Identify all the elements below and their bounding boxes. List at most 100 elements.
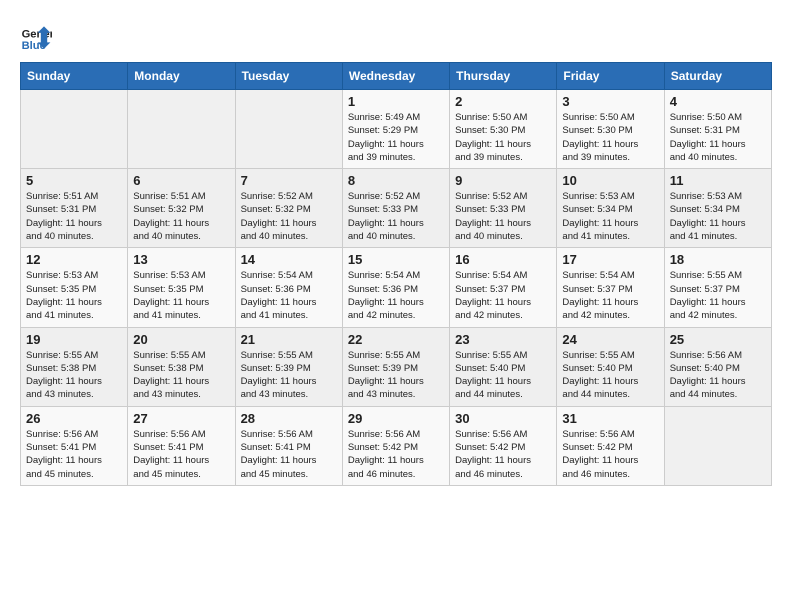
- day-number: 14: [241, 252, 337, 267]
- day-info: Sunrise: 5:53 AM Sunset: 5:34 PM Dayligh…: [670, 190, 766, 243]
- day-info: Sunrise: 5:56 AM Sunset: 5:41 PM Dayligh…: [241, 428, 337, 481]
- day-info: Sunrise: 5:53 AM Sunset: 5:35 PM Dayligh…: [133, 269, 229, 322]
- day-number: 30: [455, 411, 551, 426]
- calendar-cell: [21, 90, 128, 169]
- calendar-cell: 17Sunrise: 5:54 AM Sunset: 5:37 PM Dayli…: [557, 248, 664, 327]
- day-info: Sunrise: 5:56 AM Sunset: 5:40 PM Dayligh…: [670, 349, 766, 402]
- calendar-cell: 1 Sunrise: 5:49 AM Sunset: 5:29 PM Daylig…: [342, 90, 449, 169]
- calendar-cell: 19 Sunrise: 5:55 AM Sunset: 5:38 PM Dayli…: [21, 327, 128, 406]
- day-number: 10: [562, 173, 658, 188]
- day-info: Sunrise: 5:49 AM Sunset: 5:29 PM Dayligh…: [348, 111, 444, 164]
- day-info: Sunrise: 5:52 AM Sunset: 5:32 PM Dayligh…: [241, 190, 337, 243]
- day-number: 17: [562, 252, 658, 267]
- day-info: Sunrise: 5:55 AM Sunset: 5:40 PM Dayligh…: [455, 349, 551, 402]
- calendar-week-4: 19 Sunrise: 5:55 AM Sunset: 5:38 PM Dayli…: [21, 327, 772, 406]
- day-info: Sunrise: 5:50 AM Sunset: 5:31 PM Dayligh…: [670, 111, 766, 164]
- day-info: Sunrise: 5:55 AM Sunset: 5:38 PM Dayligh…: [26, 349, 122, 402]
- day-info: Sunrise: 5:55 AM Sunset: 5:37 PM Dayligh…: [670, 269, 766, 322]
- day-number: 5: [26, 173, 122, 188]
- calendar-week-3: 12 Sunrise: 5:53 AM Sunset: 5:35 PM Dayli…: [21, 248, 772, 327]
- weekday-header-sunday: Sunday: [21, 63, 128, 90]
- day-number: 11: [670, 173, 766, 188]
- calendar-cell: 31 Sunrise: 5:56 AM Sunset: 5:42 PM Dayli…: [557, 406, 664, 485]
- weekday-header-saturday: Saturday: [664, 63, 771, 90]
- calendar-cell: 2 Sunrise: 5:50 AM Sunset: 5:30 PM Daylig…: [450, 90, 557, 169]
- weekday-header-monday: Monday: [128, 63, 235, 90]
- day-info: Sunrise: 5:50 AM Sunset: 5:30 PM Dayligh…: [455, 111, 551, 164]
- calendar-cell: 5 Sunrise: 5:51 AM Sunset: 5:31 PM Daylig…: [21, 169, 128, 248]
- calendar-cell: 11 Sunrise: 5:53 AM Sunset: 5:34 PM Dayli…: [664, 169, 771, 248]
- day-number: 1: [348, 94, 444, 109]
- day-info: Sunrise: 5:53 AM Sunset: 5:35 PM Dayligh…: [26, 269, 122, 322]
- day-number: 16: [455, 252, 551, 267]
- day-info: Sunrise: 5:54 AM Sunset: 5:36 PM Dayligh…: [348, 269, 444, 322]
- calendar-cell: 28 Sunrise: 5:56 AM Sunset: 5:41 PM Dayli…: [235, 406, 342, 485]
- day-number: 31: [562, 411, 658, 426]
- day-number: 12: [26, 252, 122, 267]
- day-number: 19: [26, 332, 122, 347]
- day-number: 21: [241, 332, 337, 347]
- calendar-cell: 4Sunrise: 5:50 AM Sunset: 5:31 PM Daylig…: [664, 90, 771, 169]
- calendar-cell: 7 Sunrise: 5:52 AM Sunset: 5:32 PM Daylig…: [235, 169, 342, 248]
- day-info: Sunrise: 5:51 AM Sunset: 5:32 PM Dayligh…: [133, 190, 229, 243]
- day-info: Sunrise: 5:56 AM Sunset: 5:42 PM Dayligh…: [348, 428, 444, 481]
- calendar-cell: [128, 90, 235, 169]
- day-number: 7: [241, 173, 337, 188]
- day-info: Sunrise: 5:54 AM Sunset: 5:36 PM Dayligh…: [241, 269, 337, 322]
- day-number: 27: [133, 411, 229, 426]
- day-info: Sunrise: 5:56 AM Sunset: 5:42 PM Dayligh…: [455, 428, 551, 481]
- calendar-cell: 6 Sunrise: 5:51 AM Sunset: 5:32 PM Daylig…: [128, 169, 235, 248]
- calendar-cell: 8 Sunrise: 5:52 AM Sunset: 5:33 PM Daylig…: [342, 169, 449, 248]
- calendar-cell: 12 Sunrise: 5:53 AM Sunset: 5:35 PM Dayli…: [21, 248, 128, 327]
- day-info: Sunrise: 5:50 AM Sunset: 5:30 PM Dayligh…: [562, 111, 658, 164]
- weekday-header-row: SundayMondayTuesdayWednesdayThursdayFrid…: [21, 63, 772, 90]
- calendar-cell: 14 Sunrise: 5:54 AM Sunset: 5:36 PM Dayli…: [235, 248, 342, 327]
- calendar-cell: 9 Sunrise: 5:52 AM Sunset: 5:33 PM Daylig…: [450, 169, 557, 248]
- day-info: Sunrise: 5:55 AM Sunset: 5:38 PM Dayligh…: [133, 349, 229, 402]
- calendar-cell: [235, 90, 342, 169]
- logo-icon: General Blue: [20, 20, 52, 52]
- weekday-header-thursday: Thursday: [450, 63, 557, 90]
- calendar-cell: 13 Sunrise: 5:53 AM Sunset: 5:35 PM Dayli…: [128, 248, 235, 327]
- day-info: Sunrise: 5:55 AM Sunset: 5:40 PM Dayligh…: [562, 349, 658, 402]
- calendar-week-2: 5 Sunrise: 5:51 AM Sunset: 5:31 PM Daylig…: [21, 169, 772, 248]
- calendar-cell: [664, 406, 771, 485]
- day-number: 13: [133, 252, 229, 267]
- day-number: 29: [348, 411, 444, 426]
- day-info: Sunrise: 5:55 AM Sunset: 5:39 PM Dayligh…: [348, 349, 444, 402]
- day-info: Sunrise: 5:52 AM Sunset: 5:33 PM Dayligh…: [455, 190, 551, 243]
- day-info: Sunrise: 5:54 AM Sunset: 5:37 PM Dayligh…: [455, 269, 551, 322]
- calendar-week-5: 26Sunrise: 5:56 AM Sunset: 5:41 PM Dayli…: [21, 406, 772, 485]
- day-number: 28: [241, 411, 337, 426]
- calendar-cell: 10Sunrise: 5:53 AM Sunset: 5:34 PM Dayli…: [557, 169, 664, 248]
- calendar-cell: 21 Sunrise: 5:55 AM Sunset: 5:39 PM Dayli…: [235, 327, 342, 406]
- calendar-table: SundayMondayTuesdayWednesdayThursdayFrid…: [20, 62, 772, 486]
- day-info: Sunrise: 5:56 AM Sunset: 5:41 PM Dayligh…: [133, 428, 229, 481]
- day-number: 2: [455, 94, 551, 109]
- weekday-header-tuesday: Tuesday: [235, 63, 342, 90]
- calendar-cell: 23Sunrise: 5:55 AM Sunset: 5:40 PM Dayli…: [450, 327, 557, 406]
- day-info: Sunrise: 5:51 AM Sunset: 5:31 PM Dayligh…: [26, 190, 122, 243]
- day-number: 9: [455, 173, 551, 188]
- day-info: Sunrise: 5:56 AM Sunset: 5:42 PM Dayligh…: [562, 428, 658, 481]
- day-info: Sunrise: 5:52 AM Sunset: 5:33 PM Dayligh…: [348, 190, 444, 243]
- day-number: 22: [348, 332, 444, 347]
- day-number: 20: [133, 332, 229, 347]
- calendar-cell: 16 Sunrise: 5:54 AM Sunset: 5:37 PM Dayli…: [450, 248, 557, 327]
- day-info: Sunrise: 5:55 AM Sunset: 5:39 PM Dayligh…: [241, 349, 337, 402]
- calendar-cell: 24 Sunrise: 5:55 AM Sunset: 5:40 PM Dayli…: [557, 327, 664, 406]
- day-number: 3: [562, 94, 658, 109]
- calendar-cell: 27 Sunrise: 5:56 AM Sunset: 5:41 PM Dayli…: [128, 406, 235, 485]
- day-number: 8: [348, 173, 444, 188]
- weekday-header-friday: Friday: [557, 63, 664, 90]
- calendar-cell: 22 Sunrise: 5:55 AM Sunset: 5:39 PM Dayli…: [342, 327, 449, 406]
- day-number: 6: [133, 173, 229, 188]
- calendar-cell: 26Sunrise: 5:56 AM Sunset: 5:41 PM Dayli…: [21, 406, 128, 485]
- calendar-cell: 3 Sunrise: 5:50 AM Sunset: 5:30 PM Daylig…: [557, 90, 664, 169]
- day-number: 24: [562, 332, 658, 347]
- calendar-cell: 29 Sunrise: 5:56 AM Sunset: 5:42 PM Dayli…: [342, 406, 449, 485]
- weekday-header-wednesday: Wednesday: [342, 63, 449, 90]
- day-number: 18: [670, 252, 766, 267]
- calendar-cell: 15Sunrise: 5:54 AM Sunset: 5:36 PM Dayli…: [342, 248, 449, 327]
- page-header: General Blue: [20, 20, 772, 52]
